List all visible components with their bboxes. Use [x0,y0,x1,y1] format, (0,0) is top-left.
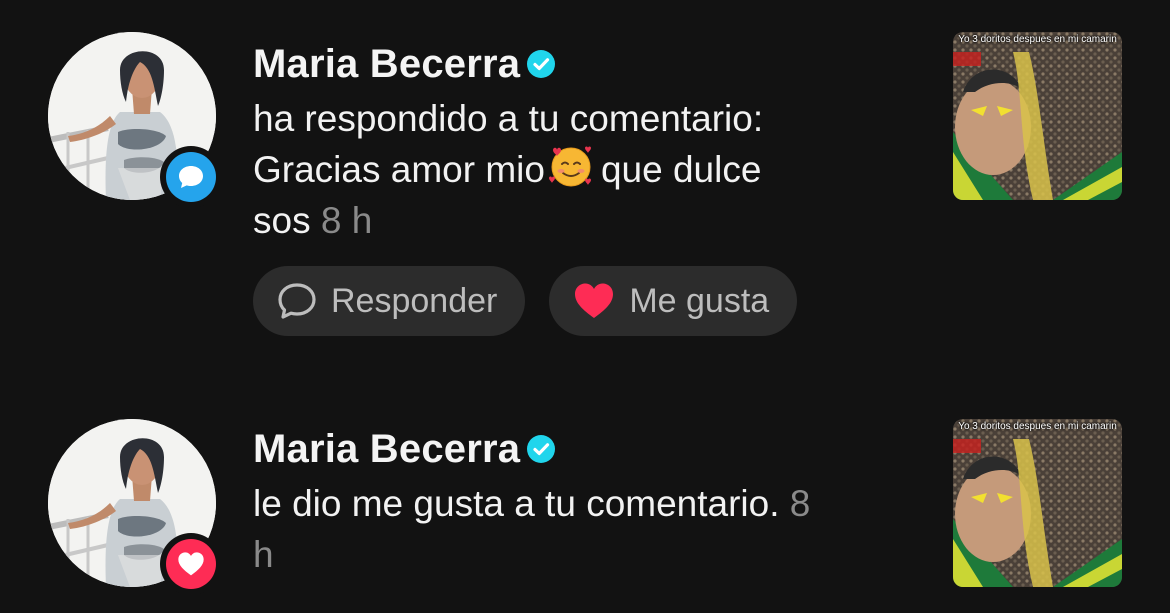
message-line: le dio me gusta a tu comentario. 8 [253,478,923,529]
like-label: Me gusta [629,281,770,320]
verified-icon [527,435,556,463]
avatar-wrap[interactable] [48,32,222,208]
reply-button[interactable]: Responder [253,266,526,336]
notification-content: Maria Becerra le dio me gusta a tu comen… [253,422,923,580]
message-text: le dio me gusta a tu comentario. [253,483,780,524]
video-thumbnail[interactable]: Yo 3 doritos despues en mi camarin [953,32,1122,200]
avatar-wrap[interactable] [48,419,222,595]
notification-item[interactable]: Maria Becerra le dio me gusta a tu comen… [0,380,1170,613]
notification-message: ha respondido a tu comentario: Gracias a… [253,93,923,246]
notification-message: le dio me gusta a tu comentario. 8 h [253,478,923,580]
video-thumbnail[interactable]: Yo 3 doritos despues en mi camarin [953,419,1122,587]
thumbnail-caption: Yo 3 doritos despues en mi camarin [958,421,1117,432]
thumbnail-image [953,32,1122,200]
reply-label: Responder [331,281,498,320]
verified-icon [527,50,556,78]
name-row: Maria Becerra [253,37,923,91]
like-button[interactable]: Me gusta [549,266,798,336]
badge-circle [166,152,216,202]
message-line: Gracias amor mio que dulce [253,144,923,195]
timestamp-number: 8 [789,483,811,524]
badge [160,146,222,208]
speech-bubble-icon [278,283,316,319]
message-line: sos 8 h [253,195,923,246]
notification-item[interactable]: Maria Becerra ha respondido a tu comenta… [0,0,1170,340]
message-line: h [253,529,923,580]
timestamp: 8 h [320,200,373,241]
badge [160,533,222,595]
reply-text-end: sos [253,200,311,241]
heart-icon [178,552,204,576]
user-name[interactable]: Maria Becerra [253,42,520,87]
notification-content: Maria Becerra ha respondido a tu comenta… [253,37,923,246]
heart-icon [575,283,614,318]
name-row: Maria Becerra [253,422,923,476]
action-buttons: Responder Me gusta [253,266,798,336]
reply-text-cont: que dulce [600,149,762,190]
user-name[interactable]: Maria Becerra [253,427,520,472]
message-line: ha respondido a tu comentario: [253,98,764,139]
badge-circle [166,539,216,589]
comment-bubble-icon [179,166,203,188]
thumbnail-caption: Yo 3 doritos despues en mi camarin [958,34,1117,45]
timestamp-unit: h [253,534,274,575]
reply-text: Gracias amor mio [253,149,545,190]
smiling-face-with-hearts-icon [548,146,591,187]
thumbnail-image [953,419,1122,587]
